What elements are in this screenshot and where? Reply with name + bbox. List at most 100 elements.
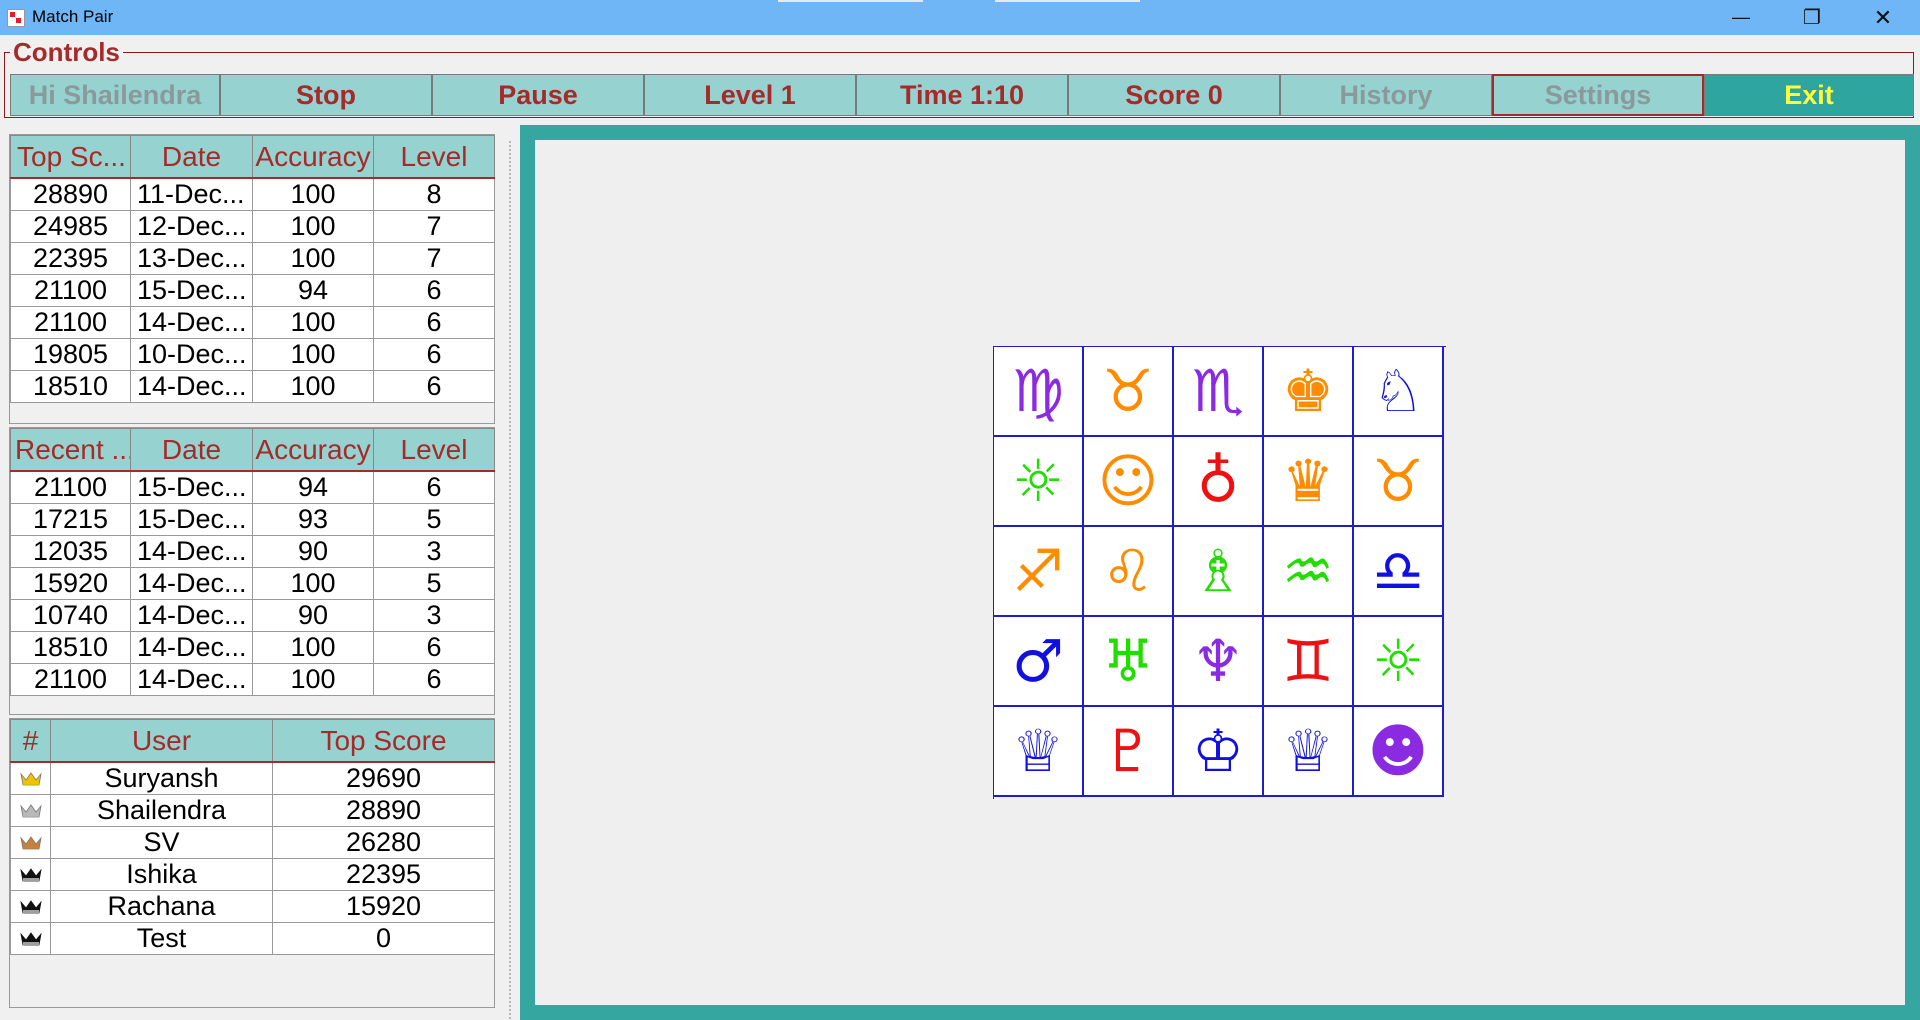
tile-sun-icon[interactable]: ☼ — [994, 437, 1084, 527]
table-row[interactable]: 19805 10-Dec... 100 6 — [10, 338, 495, 371]
table-cell: 3 — [373, 535, 495, 568]
leaderboard-panel[interactable]: # User Top Score Suryansh 29690 Shailendra… — [9, 718, 495, 1008]
table-cell: 19805 — [10, 338, 131, 371]
settings-button[interactable]: Settings — [1492, 74, 1704, 116]
table-cell: 100 — [252, 663, 374, 696]
tile-chess-king-icon[interactable]: ♚ — [1264, 347, 1354, 437]
tile-chess-bishop-icon[interactable]: ♗ — [1174, 527, 1264, 617]
column-header[interactable]: Top Score — [272, 719, 495, 763]
rank-cell — [10, 922, 51, 955]
table-cell: 3 — [373, 599, 495, 632]
tile-chess-king-icon[interactable]: ♔ — [1174, 707, 1264, 797]
tile-chess-queen-icon[interactable]: ♕ — [994, 707, 1084, 797]
table-cell: 21100 — [10, 274, 131, 307]
tile-mars-icon[interactable]: ♂ — [994, 617, 1084, 707]
table-cell: 14-Dec... — [130, 599, 253, 632]
title-bar[interactable]: Match Pair — ❐ ✕ — [0, 0, 1920, 35]
leaderboard-row[interactable]: Suryansh 29690 — [10, 761, 495, 795]
table-row[interactable]: 28890 11-Dec... 100 8 — [10, 177, 495, 211]
table-row[interactable]: 21100 15-Dec... 94 6 — [10, 274, 495, 307]
maximize-button[interactable]: ❐ — [1781, 0, 1843, 35]
app-icon[interactable] — [7, 9, 25, 27]
rank-cell — [10, 890, 51, 923]
column-header[interactable]: Top Sc... — [10, 135, 131, 179]
table-cell: 93 — [252, 503, 374, 536]
tile-libra-icon[interactable]: ♎ — [1354, 527, 1444, 617]
table-cell: 6 — [373, 274, 495, 307]
tile-virgo-icon[interactable]: ♍ — [994, 347, 1084, 437]
tile-uranus-icon[interactable]: ♅ — [1084, 617, 1174, 707]
tile-chess-knight-icon[interactable]: ♘ — [1354, 347, 1444, 437]
tile-gemini-icon[interactable]: ♊ — [1264, 617, 1354, 707]
level-button[interactable]: Level 1 — [644, 74, 856, 116]
table-row[interactable]: 22395 13-Dec... 100 7 — [10, 242, 495, 275]
leaderboard-row[interactable]: Test 0 — [10, 922, 495, 955]
tile-chess-queen-icon[interactable]: ♛ — [1264, 437, 1354, 527]
column-header[interactable]: Level — [373, 428, 495, 472]
table-cell: 22395 — [10, 242, 131, 275]
tile-scorpio-icon[interactable]: ♏ — [1174, 347, 1264, 437]
table-cell: 100 — [252, 631, 374, 664]
tile-sun-icon[interactable]: ☼ — [1354, 617, 1444, 707]
table-cell: 100 — [252, 370, 374, 403]
table-row[interactable]: 15920 14-Dec... 100 5 — [10, 567, 495, 600]
column-header[interactable]: Date — [130, 428, 253, 472]
score-button[interactable]: Score 0 — [1068, 74, 1280, 116]
close-button[interactable]: ✕ — [1852, 0, 1914, 35]
top-scores-panel[interactable]: Top Sc... Date Accuracy Level 28890 11-De… — [9, 134, 495, 424]
table-cell: 15-Dec... — [130, 274, 253, 307]
table-row[interactable]: 10740 14-Dec... 90 3 — [10, 599, 495, 632]
rank-cell — [10, 761, 51, 795]
table-cell: 15-Dec... — [130, 470, 253, 504]
column-header[interactable]: # — [10, 719, 51, 763]
panel-splitter[interactable] — [508, 140, 512, 1020]
recent-scores-panel[interactable]: Recent ... Date Accuracy Level 21100 15-D… — [9, 427, 495, 715]
table-cell: 94 — [252, 274, 374, 307]
table-row[interactable]: 18510 14-Dec... 100 6 — [10, 631, 495, 664]
time-button[interactable]: Time 1:10 — [856, 74, 1068, 116]
tile-neptune-icon[interactable]: ♆ — [1174, 617, 1264, 707]
leaderboard-row[interactable]: Shailendra 28890 — [10, 794, 495, 827]
table-row[interactable]: 17215 15-Dec... 93 5 — [10, 503, 495, 536]
tile-chess-queen-icon[interactable]: ♕ — [1264, 707, 1354, 797]
table-row[interactable]: 24985 12-Dec... 100 7 — [10, 210, 495, 243]
tile-earth-symbol-icon[interactable]: ♁ — [1174, 437, 1264, 527]
tile-smiley-filled-icon[interactable]: ☻ — [1354, 707, 1444, 797]
score-cell: 26280 — [272, 826, 495, 859]
history-button[interactable]: History — [1280, 74, 1492, 116]
leaderboard-row[interactable]: SV 26280 — [10, 826, 495, 859]
pause-button[interactable]: Pause — [432, 74, 644, 116]
minimize-button[interactable]: — — [1710, 0, 1772, 35]
table-row[interactable]: 21100 14-Dec... 100 6 — [10, 306, 495, 339]
table-cell: 6 — [373, 631, 495, 664]
exit-button[interactable]: Exit — [1704, 74, 1914, 116]
tile-leo-icon[interactable]: ♌ — [1084, 527, 1174, 617]
stop-button[interactable]: Stop — [220, 74, 432, 116]
table-cell: 100 — [252, 210, 374, 243]
table-cell: 10740 — [10, 599, 131, 632]
tile-smiley-icon[interactable]: ☺ — [1084, 437, 1174, 527]
leaderboard-row[interactable]: Rachana 15920 — [10, 890, 495, 923]
column-header[interactable]: Accuracy — [252, 135, 374, 179]
table-row[interactable]: 21100 14-Dec... 100 6 — [10, 663, 495, 696]
greeting-button[interactable]: Hi Shailendra — [10, 74, 220, 116]
table-cell: 28890 — [10, 177, 131, 211]
column-header[interactable]: Recent ... — [10, 428, 131, 472]
controls-toolbar: Hi Shailendra Stop Pause Level 1 Time 1:… — [10, 74, 1914, 116]
tile-taurus-icon[interactable]: ♉ — [1084, 347, 1174, 437]
column-header[interactable]: Level — [373, 135, 495, 179]
tile-aquarius-icon[interactable]: ♒ — [1264, 527, 1354, 617]
tile-taurus-icon[interactable]: ♉ — [1354, 437, 1444, 527]
table-row[interactable]: 21100 15-Dec... 94 6 — [10, 470, 495, 504]
table-row[interactable]: 12035 14-Dec... 90 3 — [10, 535, 495, 568]
tile-sagittarius-icon[interactable]: ♐ — [994, 527, 1084, 617]
column-header[interactable]: Accuracy — [252, 428, 374, 472]
table-row[interactable]: 18510 14-Dec... 100 6 — [10, 370, 495, 403]
table-cell: 18510 — [10, 631, 131, 664]
maximize-icon: ❐ — [1803, 7, 1821, 29]
leaderboard-row[interactable]: Ishika 22395 — [10, 858, 495, 891]
tile-pluto-icon[interactable]: ♇ — [1084, 707, 1174, 797]
table-cell: 18510 — [10, 370, 131, 403]
column-header[interactable]: User — [50, 719, 273, 763]
column-header[interactable]: Date — [130, 135, 253, 179]
